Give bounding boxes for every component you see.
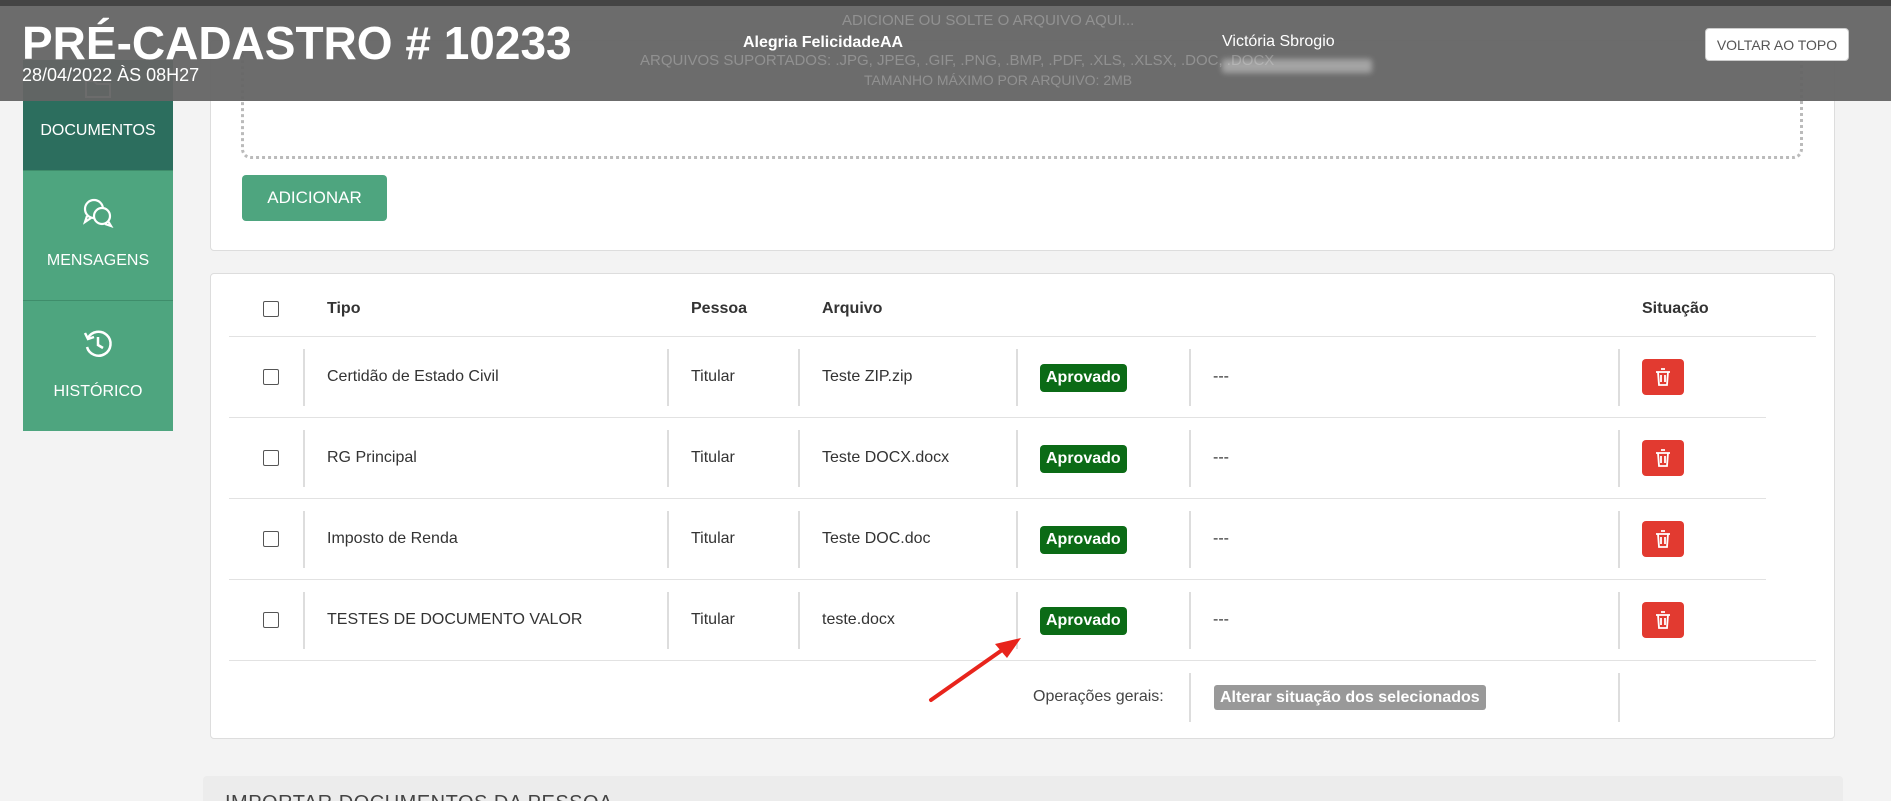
delete-button[interactable] [1642,440,1684,476]
cell-tipo: RG Principal [327,449,417,466]
import-documents-section: IMPORTAR DOCUMENTOS DA PESSOA [203,776,1843,801]
cell-tipo: Certidão de Estado Civil [327,368,499,385]
sidebar-item-label: HISTÓRICO [53,383,143,400]
sidebar-item-label: DOCUMENTOS [40,122,156,139]
row-checkbox[interactable] [263,369,279,385]
user-name: Victória Sbrogio [1222,33,1335,50]
delete-button[interactable] [1642,602,1684,638]
sidebar-item-mensagens[interactable]: MENSAGENS [23,170,173,300]
select-all-checkbox[interactable] [263,301,279,317]
sidebar-item-historico[interactable]: HISTÓRICO [23,300,173,431]
annotation-arrow-icon [929,638,1021,702]
trash-icon [1656,449,1670,467]
chat-bubbles-icon [81,197,115,234]
cell-observacao: --- [1213,449,1229,466]
import-documents-title: IMPORTAR DOCUMENTOS DA PESSOA [225,792,613,801]
header-situacao: Situação [1642,300,1709,317]
status-badge: Aprovado [1040,445,1127,473]
sidebar-item-label: MENSAGENS [46,252,150,269]
cell-pessoa: Titular [691,449,735,466]
cell-observacao: --- [1213,530,1229,547]
change-selected-status-button[interactable]: Alterar situação dos selecionados [1214,685,1486,710]
cell-pessoa: Titular [691,368,735,385]
table-row: Certidão de Estado Civil Titular Teste Z… [229,337,1766,418]
delete-button[interactable] [1642,521,1684,557]
cell-observacao: --- [1213,611,1229,628]
user-subtitle-blurred [1222,59,1372,73]
row-checkbox[interactable] [263,450,279,466]
cell-arquivo-link[interactable]: teste.docx [822,611,895,629]
status-badge: Aprovado [1040,364,1127,392]
trash-icon [1656,530,1670,548]
cell-arquivo-link[interactable]: Teste DOCX.docx [822,449,949,467]
client-name: Alegria FelicidadeAA [743,34,904,51]
cell-pessoa: Titular [691,530,735,547]
header-arquivo: Arquivo [822,300,883,317]
delete-button[interactable] [1642,359,1684,395]
cell-observacao: --- [1213,368,1229,385]
cell-tipo: TESTES DE DOCUMENTO VALOR [327,611,583,628]
dropzone-hint: ADICIONE OU SOLTE O ARQUIVO AQUI... [842,12,1135,29]
trash-icon [1656,611,1670,629]
sidebar: DOCUMENTOS MENSAGENS HISTÓRICO [23,60,173,431]
general-operations-label: Operações gerais: [1033,688,1164,705]
page-header: ADICIONE OU SOLTE O ARQUIVO AQUI... ARQU… [0,0,1891,101]
status-badge: Aprovado [1040,526,1127,554]
table-row: Imposto de Renda Titular Teste DOC.doc A… [229,499,1766,580]
header-pessoa: Pessoa [691,300,748,317]
cell-arquivo-link[interactable]: Teste DOC.doc [822,530,930,548]
cell-pessoa: Titular [691,611,735,628]
table-header: Tipo Pessoa Arquivo Situação [229,274,1816,337]
page-date: 28/04/2022 ÀS 08H27 [22,65,200,85]
back-to-top-button[interactable]: VOLTAR AO TOPO [1705,28,1849,61]
row-checkbox[interactable] [263,612,279,628]
status-badge: Aprovado [1040,607,1127,635]
cell-tipo: Imposto de Renda [327,530,458,547]
trash-icon [1656,368,1670,386]
add-document-button[interactable]: ADICIONAR [242,175,387,221]
cell-arquivo-link[interactable]: Teste ZIP.zip [822,368,912,386]
dropzone-formats: ARQUIVOS SUPORTADOS: .JPG, JPEG, .GIF, .… [640,52,1275,69]
header-tipo: Tipo [327,300,361,317]
table-row: RG Principal Titular Teste DOCX.docx Apr… [229,418,1766,499]
dropzone-size: TAMANHO MÁXIMO POR ARQUIVO: 2MB [864,72,1133,88]
row-checkbox[interactable] [263,531,279,547]
page-title: PRÉ-CADASTRO # 10233 [22,17,572,69]
history-icon [82,328,114,365]
